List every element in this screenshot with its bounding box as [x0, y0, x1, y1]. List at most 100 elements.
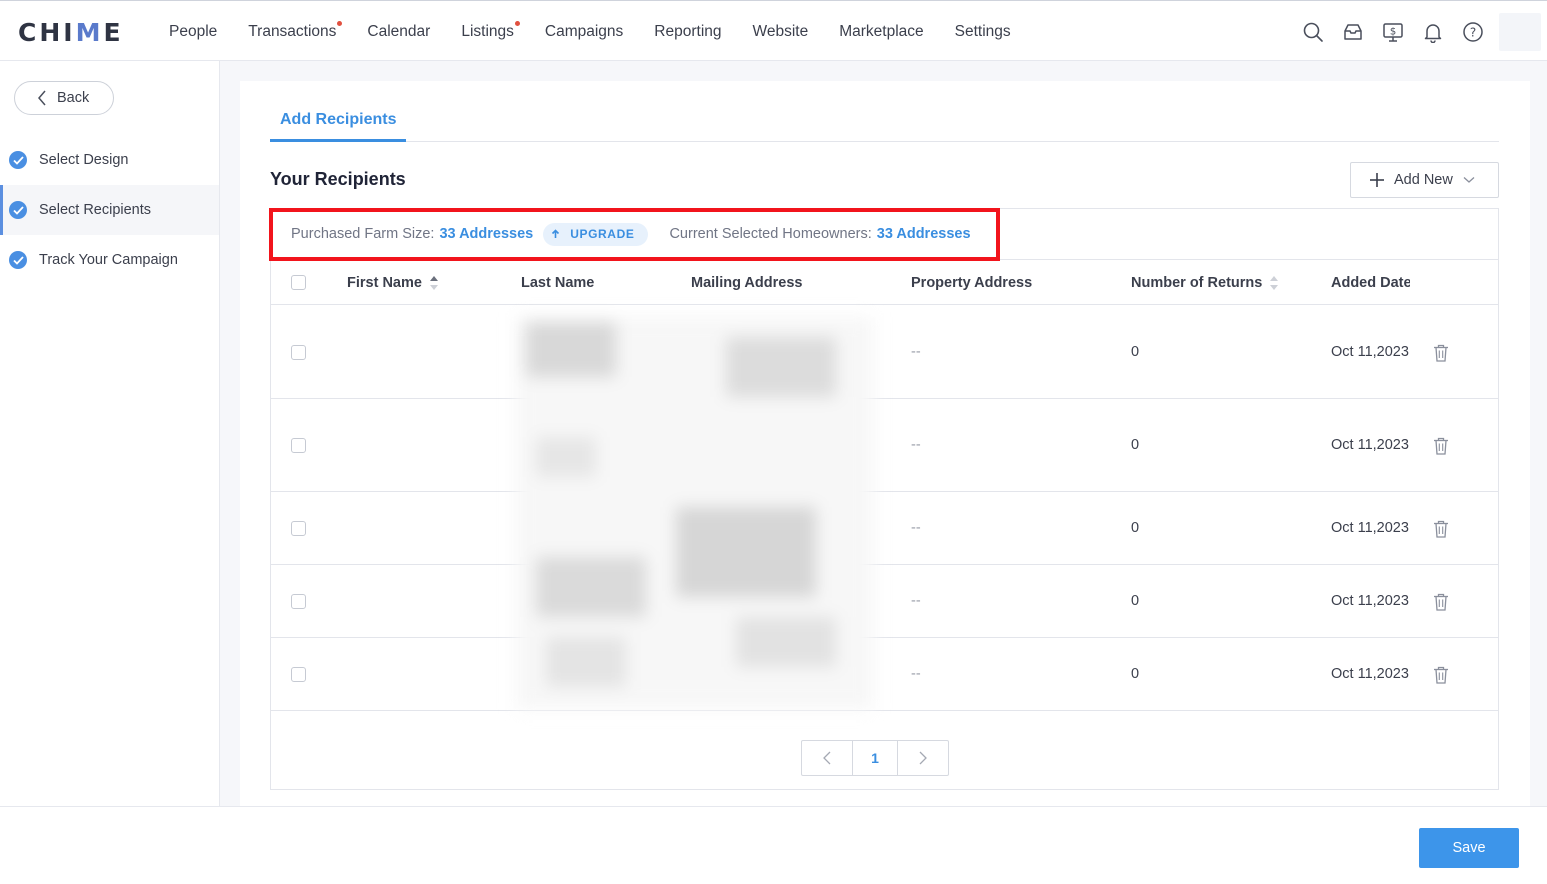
trash-icon[interactable]: [1433, 344, 1449, 362]
table-row: -- 0 Oct 11,2023: [271, 399, 1498, 492]
tab-add-recipients[interactable]: Add Recipients: [270, 103, 407, 142]
row-checkbox[interactable]: [291, 666, 306, 682]
cell-number-of-returns: 0: [1131, 665, 1140, 682]
nav-item-transactions[interactable]: Transactions: [248, 1, 343, 62]
farm-size-info-bar: Purchased Farm Size: 33 Addresses UPGRAD…: [269, 208, 1498, 261]
chime-logo[interactable]: CHIME: [18, 18, 124, 47]
trash-icon[interactable]: [1433, 666, 1449, 684]
cell-added-date: Oct 11,2023: [1331, 592, 1409, 609]
table-row: -- 0 Oct 11,2023: [271, 306, 1498, 399]
nav-item-label: Website: [752, 23, 809, 40]
save-button[interactable]: Save: [1419, 828, 1519, 868]
back-button[interactable]: Back: [14, 81, 114, 115]
column-added-date: Added Date: [1331, 261, 1410, 305]
back-label: Back: [57, 90, 90, 106]
step-label: Select Design: [39, 152, 129, 168]
select-all-checkbox[interactable]: [291, 275, 306, 290]
column-first-name[interactable]: First Name: [347, 261, 439, 305]
table-row: -- 0 Oct 11,2023: [271, 492, 1498, 565]
cell-number-of-returns: 0: [1131, 343, 1140, 360]
trash-icon[interactable]: [1433, 593, 1449, 611]
cell-added-date: Oct 11,2023: [1331, 343, 1409, 360]
check-circle-icon: [9, 251, 27, 269]
column-property-address: Property Address: [911, 261, 1032, 305]
footer-bar: Save: [0, 806, 1547, 884]
recipients-card: Add Recipients Your Recipients Add New P…: [240, 81, 1530, 807]
bell-icon[interactable]: [1413, 12, 1453, 52]
cell-property-address: --: [911, 436, 921, 453]
cell-property-address: --: [911, 519, 921, 536]
sort-icon[interactable]: [1269, 275, 1279, 291]
chevron-left-icon: [38, 90, 46, 106]
check-circle-icon: [9, 201, 27, 219]
nav-item-marketplace[interactable]: Marketplace: [839, 1, 923, 62]
cell-number-of-returns: 0: [1131, 592, 1140, 609]
recipients-table: Purchased Farm Size: 33 Addresses UPGRAD…: [269, 208, 1499, 790]
plus-icon: [1370, 173, 1384, 187]
upgrade-button[interactable]: UPGRADE: [543, 222, 649, 246]
nav-item-label: Campaigns: [544, 23, 624, 40]
section-title: Your Recipients: [270, 169, 406, 189]
tab-bar: Add Recipients: [270, 103, 1499, 142]
cell-property-address: --: [911, 665, 921, 682]
nav-item-settings[interactable]: Settings: [955, 1, 1011, 62]
inbox-icon[interactable]: [1333, 12, 1373, 52]
nav-item-campaigns[interactable]: Campaigns: [545, 1, 623, 62]
next-page-button[interactable]: [898, 741, 948, 775]
search-icon[interactable]: [1293, 12, 1333, 52]
top-navigation-bar: CHIME People Transactions Calendar Listings…: [0, 0, 1547, 61]
svg-text:$: $: [1390, 26, 1396, 37]
nav-item-reporting[interactable]: Reporting: [654, 1, 721, 62]
help-icon[interactable]: ?: [1453, 12, 1493, 52]
table-header: First Name Last Name Mailing Address Pro…: [271, 261, 1498, 305]
add-new-label: Add New: [1394, 172, 1453, 188]
step-select-recipients[interactable]: Select Recipients: [0, 185, 219, 235]
row-checkbox[interactable]: [291, 593, 306, 609]
page-number-button[interactable]: 1: [852, 741, 898, 775]
row-checkbox[interactable]: [291, 520, 306, 536]
step-track-your-campaign[interactable]: Track Your Campaign: [0, 235, 219, 285]
nav-item-calendar[interactable]: Calendar: [367, 1, 430, 62]
column-last-name: Last Name: [521, 261, 594, 305]
nav-item-label: Marketplace: [839, 23, 924, 40]
column-label: First Name: [347, 275, 422, 291]
pagination: 1: [801, 740, 949, 776]
arrow-up-icon: [549, 228, 562, 241]
billing-icon[interactable]: $: [1373, 12, 1413, 52]
cell-property-address: --: [911, 592, 921, 609]
farm-size-label: Purchased Farm Size:: [291, 226, 435, 242]
row-checkbox[interactable]: [291, 437, 306, 453]
selected-homeowners-label: Current Selected Homeowners:: [669, 226, 872, 242]
prev-page-button[interactable]: [802, 741, 852, 775]
chevron-left-icon: [823, 751, 831, 765]
main-content: Add Recipients Your Recipients Add New P…: [220, 61, 1547, 807]
cell-property-address: --: [911, 343, 921, 360]
nav-item-listings[interactable]: Listings: [461, 1, 520, 62]
campaign-steps-sidebar: Back Select Design Select Recipients Track…: [0, 61, 220, 807]
column-label: Property Address: [911, 275, 1033, 291]
sort-icon[interactable]: [429, 275, 439, 291]
add-new-button[interactable]: Add New: [1350, 162, 1499, 198]
user-avatar[interactable]: [1499, 12, 1541, 51]
trash-icon[interactable]: [1433, 520, 1449, 538]
farm-size-value: 33 Addresses: [439, 226, 534, 242]
cell-added-date: Oct 11,2023: [1331, 436, 1409, 453]
svg-text:?: ?: [1470, 25, 1476, 39]
column-label: Added Date: [1331, 275, 1410, 291]
cell-added-date: Oct 11,2023: [1331, 519, 1409, 536]
row-checkbox[interactable]: [291, 344, 306, 360]
column-mailing-address: Mailing Address: [691, 261, 802, 305]
header-icons: $ ?: [1293, 1, 1547, 62]
nav-item-people[interactable]: People: [169, 1, 217, 62]
table-row: -- 0 Oct 11,2023: [271, 565, 1498, 638]
upgrade-label: UPGRADE: [570, 227, 635, 241]
trash-icon[interactable]: [1433, 437, 1449, 455]
nav-item-website[interactable]: Website: [753, 1, 809, 62]
column-label: Last Name: [521, 275, 595, 291]
main-nav: People Transactions Calendar Listings Campai…: [169, 1, 1042, 62]
step-select-design[interactable]: Select Design: [0, 135, 219, 185]
cell-number-of-returns: 0: [1131, 436, 1140, 453]
selected-homeowners-value: 33 Addresses: [876, 226, 971, 242]
table-row: -- 0 Oct 11,2023: [271, 638, 1498, 711]
column-number-of-returns[interactable]: Number of Returns: [1131, 261, 1279, 305]
